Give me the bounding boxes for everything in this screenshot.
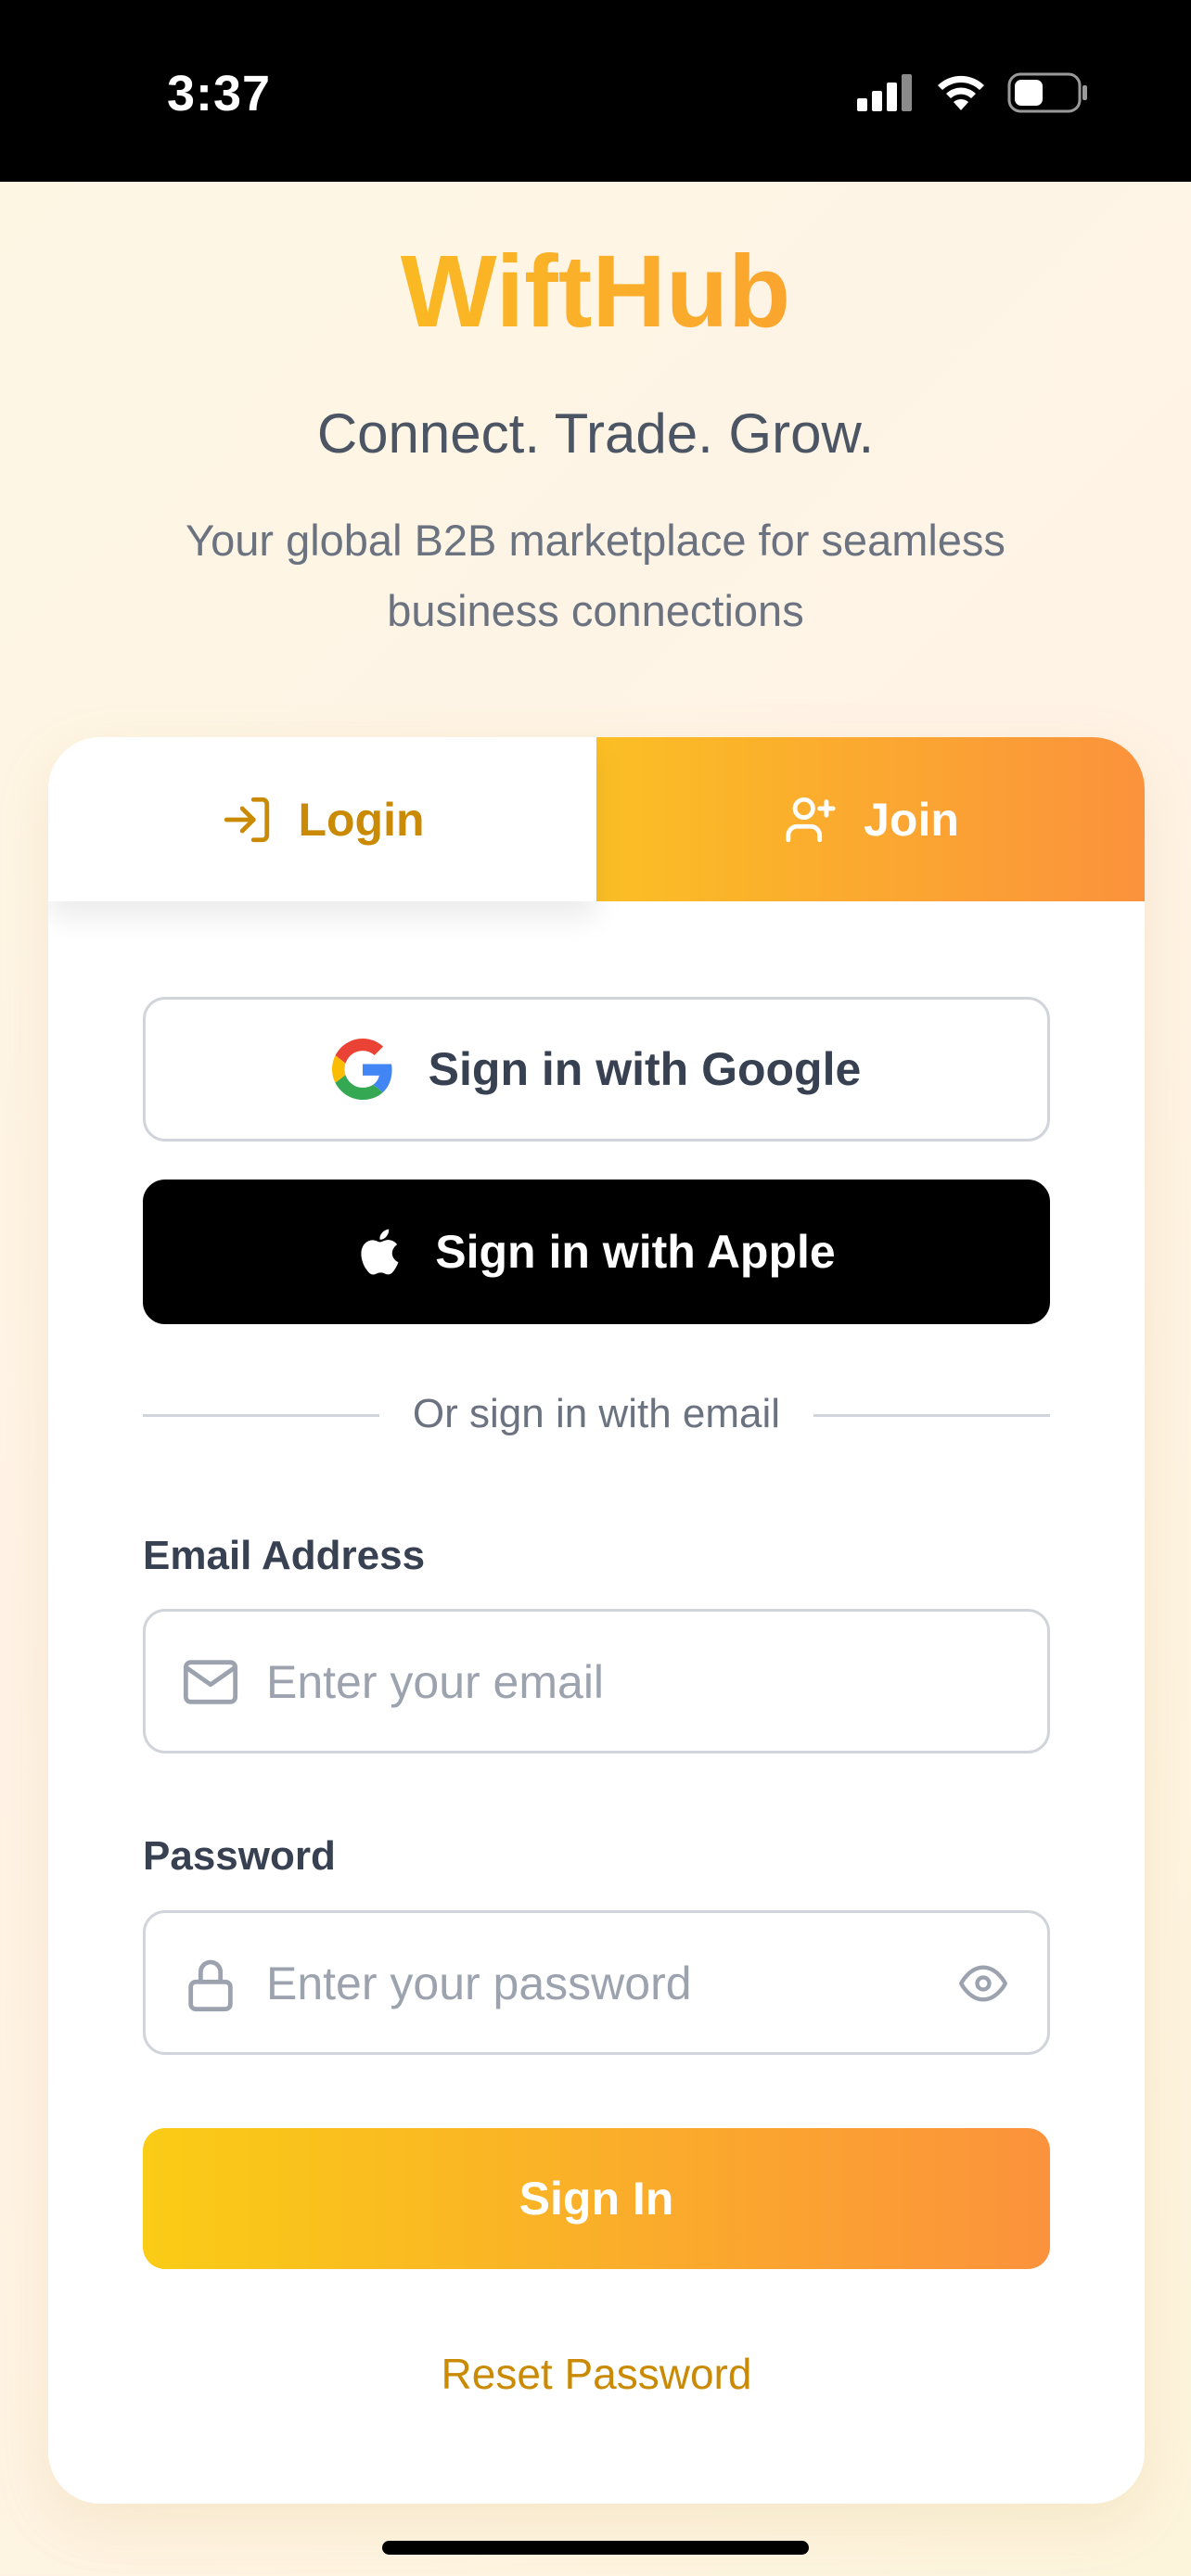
- tab-login-label: Login: [298, 793, 425, 846]
- status-time: 3:37: [167, 66, 272, 121]
- brand-logo-text: WiftHub: [0, 236, 1191, 348]
- eye-icon[interactable]: [954, 1959, 1012, 2008]
- email-label: Email Address: [143, 1533, 426, 1578]
- google-button-label: Sign in with Google: [428, 1043, 862, 1095]
- mail-icon: [183, 1660, 238, 1704]
- email-divider: Or sign in with email: [143, 1386, 1050, 1442]
- lock-icon: [188, 1959, 233, 2012]
- battery-icon: [1007, 72, 1087, 113]
- tab-join-label: Join: [864, 793, 959, 846]
- password-label: Password: [143, 1833, 336, 1879]
- sign-in-button[interactable]: Sign In: [143, 2128, 1050, 2269]
- status-bar: 3:37: [0, 0, 1191, 182]
- login-icon: [224, 797, 270, 842]
- tab-login[interactable]: Login: [48, 737, 596, 901]
- google-sign-in-button[interactable]: Sign in with Google: [143, 997, 1050, 1141]
- google-icon: [331, 1039, 392, 1100]
- home-indicator: [382, 2541, 809, 2555]
- apple-icon: [361, 1229, 399, 1275]
- auth-tabs: Login Join: [48, 737, 1145, 901]
- divider-text-wrap: Or sign in with email: [143, 1386, 1050, 1442]
- user-plus-icon: [786, 797, 836, 842]
- tab-join[interactable]: Join: [596, 737, 1145, 901]
- status-icons: [857, 72, 1089, 113]
- divider-text: Or sign in with email: [384, 1391, 809, 1436]
- password-field-wrapper: [143, 1910, 1050, 2055]
- subtitle: Your global B2B marketplace for seamless…: [186, 516, 1005, 635]
- tagline: Connect. Trade. Grow.: [316, 402, 875, 465]
- email-field-wrapper: [143, 1609, 1050, 1753]
- sign-in-label: Sign In: [519, 2173, 674, 2225]
- reset-password-link[interactable]: Reset Password: [48, 2349, 1145, 2399]
- apple-button-label: Sign in with Apple: [435, 1226, 836, 1278]
- email-input[interactable]: [264, 1612, 936, 1753]
- password-input[interactable]: [264, 1913, 936, 2054]
- auth-card: Login Join Sign in with Google Sign in w…: [48, 737, 1145, 2504]
- apple-sign-in-button[interactable]: Sign in with Apple: [143, 1180, 1050, 1324]
- wifi-icon: [938, 75, 984, 110]
- cellular-signal-icon: [857, 74, 912, 111]
